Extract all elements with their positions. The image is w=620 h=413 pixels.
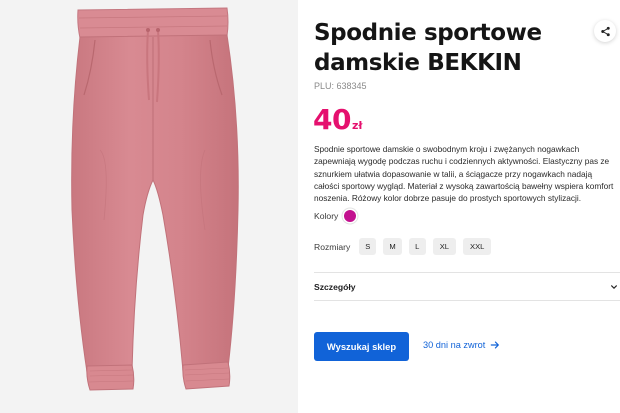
product-image[interactable]: [0, 0, 298, 413]
size-button-xxl[interactable]: XXL: [463, 238, 492, 255]
size-button-l[interactable]: L: [408, 238, 426, 255]
size-selector: Rozmiary S M L XL XXL: [314, 238, 498, 255]
sizes-label: Rozmiary: [314, 241, 351, 252]
arrow-right-icon: [490, 341, 500, 349]
price-amount: 40: [313, 103, 351, 136]
product-description: Spodnie sportowe damskie o swobodnym kro…: [314, 144, 614, 204]
divider: [314, 300, 620, 301]
chevron-down-icon: [611, 284, 617, 289]
details-accordion[interactable]: Szczegóły: [314, 273, 620, 300]
returns-link[interactable]: 30 dni na zwrot: [423, 340, 500, 350]
product-plu: PLU: 638345: [314, 81, 367, 91]
product-price: 40 zł: [313, 104, 362, 136]
share-button[interactable]: [594, 20, 616, 42]
size-button-m[interactable]: M: [383, 238, 402, 255]
sweatpants-image: [71, 7, 239, 391]
price-currency: zł: [351, 119, 363, 132]
find-store-button[interactable]: Wyszukaj sklep: [314, 332, 409, 361]
color-swatch-pink[interactable]: [344, 210, 357, 222]
details-label: Szczegóły: [314, 281, 356, 292]
size-button-xl[interactable]: XL: [432, 238, 456, 255]
colors-label: Kolory: [314, 211, 339, 221]
share-icon: [600, 26, 610, 36]
color-selector: Kolory: [314, 210, 357, 222]
product-title: Spodnie sportowe damskie BEKKIN: [314, 20, 542, 76]
size-button-s[interactable]: S: [359, 238, 377, 255]
returns-link-label: 30 dni na zwrot: [423, 340, 486, 350]
